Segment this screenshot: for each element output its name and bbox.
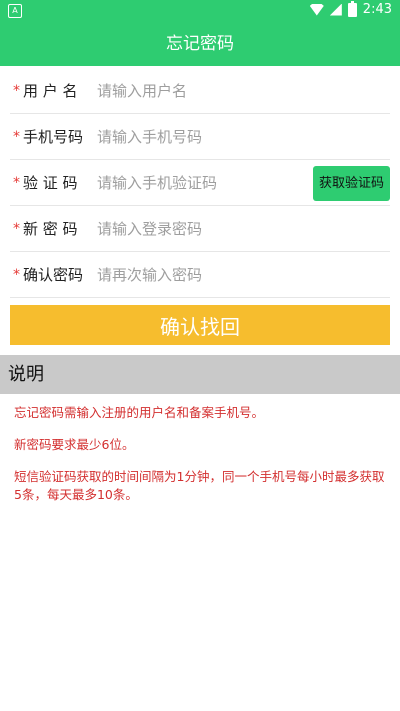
- code-label: 验 证 码: [23, 174, 78, 192]
- status-bar: A 2:43: [0, 0, 400, 22]
- confirm-password-row: * 确认密码: [10, 252, 390, 298]
- phone-row: * 手机号码: [10, 114, 390, 160]
- get-code-button[interactable]: 获取验证码: [313, 166, 390, 201]
- new-password-row: * 新 密 码: [10, 206, 390, 252]
- app-bar: 忘记密码: [0, 22, 400, 66]
- status-time: 2:43: [362, 2, 392, 17]
- battery-icon: [347, 0, 357, 17]
- required-mark: *: [13, 82, 20, 99]
- note-item: 忘记密码需输入注册的用户名和备案手机号。: [14, 405, 265, 420]
- confirm-recover-button[interactable]: 确认找回: [10, 305, 390, 345]
- confirm-password-label: 确认密码: [23, 266, 84, 284]
- required-mark: *: [13, 174, 20, 191]
- new-password-label: 新 密 码: [23, 220, 78, 238]
- notes-list: 忘记密码需输入注册的用户名和备案手机号。 新密码要求最少6位。 短信验证码获取的…: [14, 404, 386, 518]
- status-icons: 2:43: [309, 0, 392, 17]
- code-row: * 验 证 码 获取验证码: [10, 160, 390, 206]
- confirm-password-input[interactable]: [95, 264, 390, 285]
- required-mark: *: [13, 266, 20, 283]
- app-indicator-icon: A: [8, 4, 22, 18]
- signal-icon: [329, 3, 342, 16]
- phone-input[interactable]: [95, 126, 390, 147]
- wifi-icon: [309, 3, 324, 16]
- username-input[interactable]: [95, 80, 390, 101]
- phone-label: 手机号码: [23, 128, 84, 146]
- required-mark: *: [13, 128, 20, 145]
- required-mark: *: [13, 220, 20, 237]
- note-item: 新密码要求最少6位。: [14, 437, 135, 452]
- notes-title: 说明: [0, 355, 400, 394]
- code-input[interactable]: [95, 172, 299, 193]
- username-label: 用 户 名: [23, 82, 78, 100]
- note-item: 短信验证码获取的时间间隔为1分钟，同一个手机号每小时最多获取5条，每天最多10条…: [14, 469, 385, 502]
- new-password-input[interactable]: [95, 218, 390, 239]
- page-title: 忘记密码: [166, 34, 234, 54]
- username-row: * 用 户 名: [10, 68, 390, 114]
